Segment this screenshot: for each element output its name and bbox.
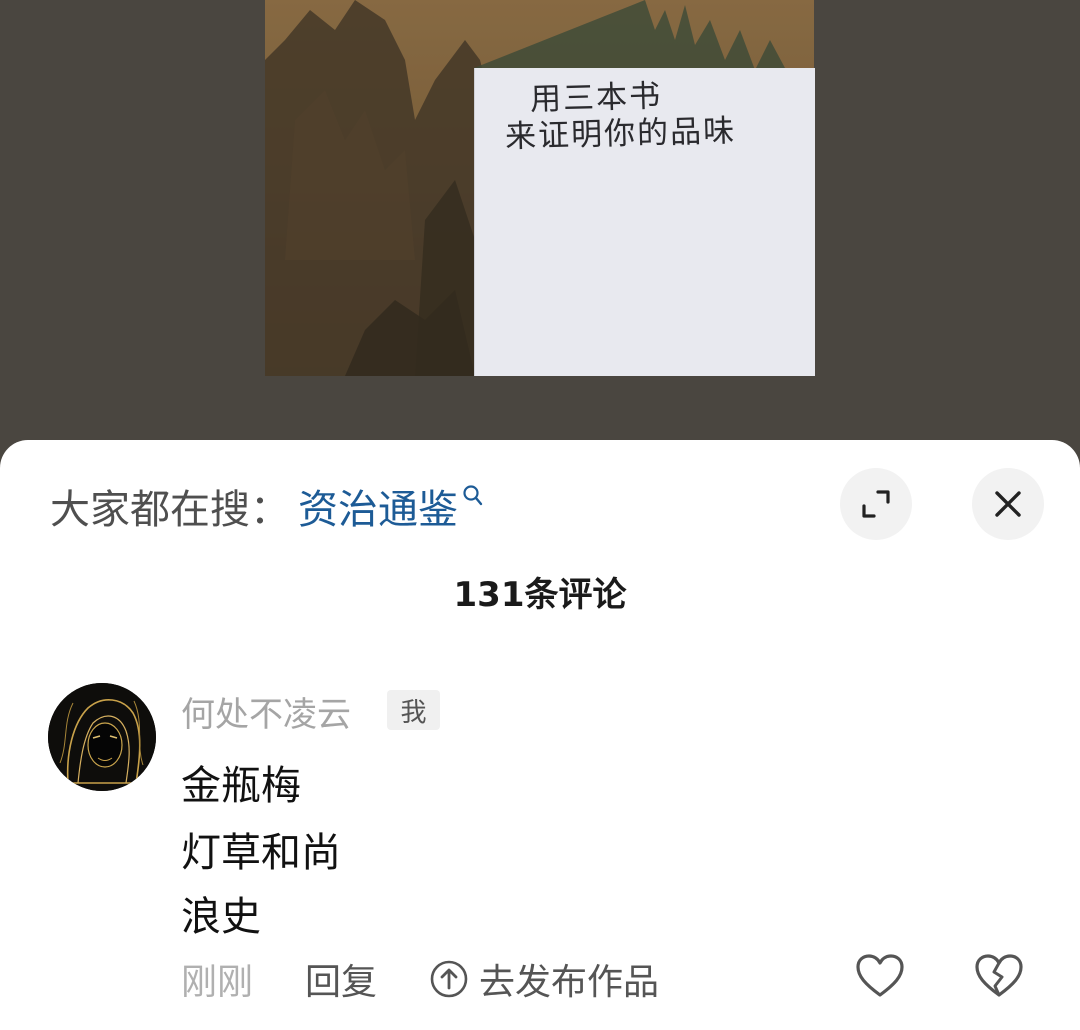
close-icon xyxy=(995,491,1021,517)
video-area[interactable]: 用三本书 来证明你的品味 xyxy=(0,0,1080,460)
comment-action-row: 刚刚 回复 去发布作品 xyxy=(181,954,659,1004)
upload-arrow-icon xyxy=(430,960,468,998)
comment-count-title: 131条评论 xyxy=(453,575,627,615)
trending-search-link[interactable]: 资治通鉴 xyxy=(298,477,458,535)
handwritten-note: 用三本书 来证明你的品味 xyxy=(474,68,815,376)
comment-text-line: 金瓶梅 xyxy=(181,763,301,809)
like-heart-icon[interactable] xyxy=(855,952,905,1000)
close-button[interactable] xyxy=(972,468,1044,540)
comment-text-line: 浪史 xyxy=(181,894,261,940)
comment-text-line: 灯草和尚 xyxy=(181,830,341,876)
expand-icon xyxy=(862,490,890,518)
trending-search-row: 大家都在搜： 资治通鉴 xyxy=(50,477,484,535)
user-avatar[interactable] xyxy=(48,683,156,791)
broken-heart-icon[interactable] xyxy=(974,952,1024,1000)
publish-work-label: 去发布作品 xyxy=(479,962,660,1003)
me-badge: 我 xyxy=(387,690,440,730)
note-line-2: 来证明你的品味 xyxy=(504,112,737,156)
comment-username[interactable]: 何处不凌云 xyxy=(181,687,351,736)
publish-work-button[interactable]: 去发布作品 xyxy=(429,953,659,1005)
reply-button[interactable]: 回复 xyxy=(305,953,377,1005)
trending-search-prefix: 大家都在搜： xyxy=(50,487,290,533)
comment-sheet: 大家都在搜： 资治通鉴 131条评论 何处不凌云 我 金瓶梅 灯草和尚 浪史 刚… xyxy=(0,440,1080,1030)
search-icon[interactable] xyxy=(462,484,484,510)
comment-timestamp: 刚刚 xyxy=(181,962,254,1003)
expand-button[interactable] xyxy=(840,468,912,540)
